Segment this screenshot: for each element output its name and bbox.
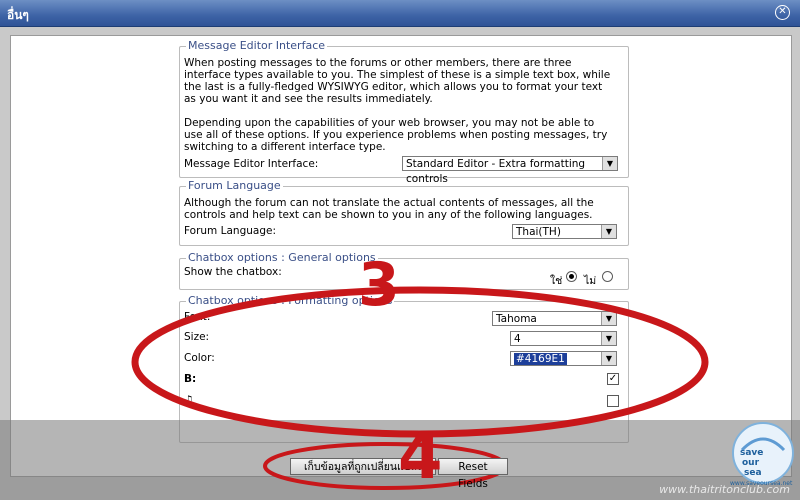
- logo-text-1: save: [740, 448, 764, 458]
- logo-text-3: sea: [744, 468, 762, 478]
- site-watermark: www.thaitritonclub.com: [659, 483, 790, 496]
- reset-fields-button[interactable]: Reset Fields: [438, 458, 508, 490]
- annotation-step-3: 3: [358, 250, 400, 320]
- annotation-step-4: 4: [398, 420, 443, 494]
- logo-text-2: our: [742, 458, 760, 468]
- annotation-ellipse-large: [131, 286, 709, 438]
